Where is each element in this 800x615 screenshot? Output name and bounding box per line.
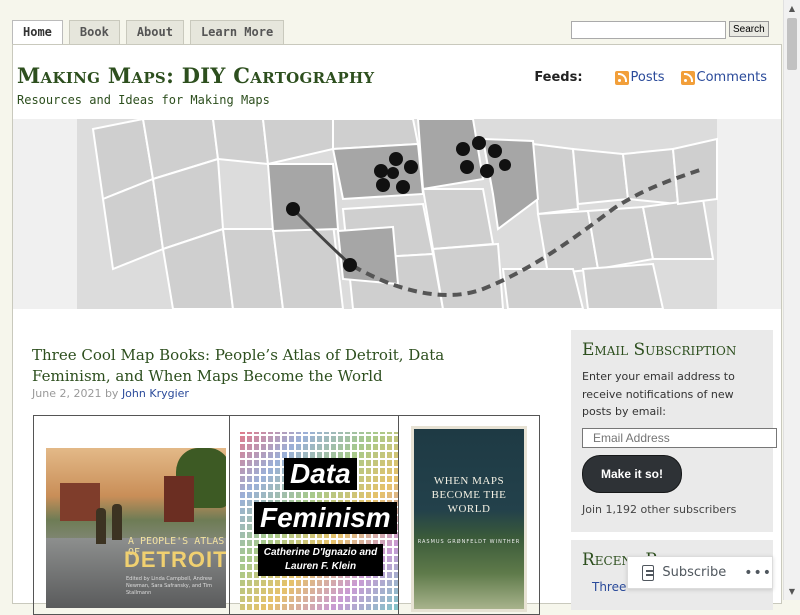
- email-subscription-widget: Email Subscription Enter your email addr…: [571, 330, 777, 532]
- header-banner-map: [13, 119, 781, 309]
- post-date[interactable]: June 2, 2021: [32, 387, 101, 400]
- floating-subscribe-bar: Subscribe •••: [627, 556, 773, 589]
- book-cell-detroit: A PEOPLE'S ATLAS OF DETROIT Edited by Li…: [34, 416, 230, 614]
- book-cell-maps-world: WHEN MAPS BECOME THE WORLD RASMUS GRØNFE…: [399, 416, 539, 614]
- post-title[interactable]: Three Cool Map Books: People’s Atlas of …: [32, 345, 512, 387]
- rss-icon: [614, 70, 629, 85]
- email-widget-title: Email Subscription: [582, 340, 737, 360]
- email-widget-text: Enter your email address to receive noti…: [582, 370, 735, 418]
- search-form: Search: [571, 21, 769, 39]
- cover-house: [60, 483, 100, 521]
- scroll-down-arrow-icon[interactable]: ▼: [784, 583, 800, 600]
- site-tagline: Resources and Ideas for Making Maps: [17, 93, 270, 107]
- feed-posts-link[interactable]: Posts: [614, 70, 665, 85]
- scroll-up-arrow-icon[interactable]: ▲: [784, 0, 800, 17]
- book-cover-data-feminism[interactable]: Data Feminism Catherine D'Ignazio and La…: [240, 432, 398, 610]
- book-cell-data-feminism: Data Feminism Catherine D'Ignazio and La…: [230, 416, 399, 614]
- search-input[interactable]: [571, 21, 726, 39]
- tab-learn-more[interactable]: Learn More: [189, 20, 285, 45]
- post-by: by: [104, 387, 119, 400]
- site-title[interactable]: Making Maps: DIY Cartography: [17, 63, 374, 88]
- search-button[interactable]: Search: [729, 21, 769, 37]
- post-author-link[interactable]: John Krygier: [122, 387, 189, 400]
- book-cover-detroit[interactable]: A PEOPLE'S ATLAS OF DETROIT Edited by Li…: [46, 448, 226, 608]
- cover-feminism-line2: Feminism: [254, 502, 397, 534]
- cover-house: [164, 476, 194, 522]
- feed-comments-link[interactable]: Comments: [680, 70, 767, 85]
- rss-icon: [680, 70, 695, 85]
- cover-detroit-line2: DETROIT: [124, 547, 226, 572]
- cover-feminism-authors: Catherine D'Ignazio and Lauren F. Klein: [258, 544, 383, 576]
- book-covers-table: A PEOPLE'S ATLAS OF DETROIT Edited by Li…: [33, 415, 540, 615]
- cover-figure: [112, 504, 122, 540]
- us-map-illustration: [13, 119, 781, 309]
- tab-book[interactable]: Book: [68, 20, 120, 45]
- cover-maps-title: WHEN MAPS BECOME THE WORLD: [431, 475, 507, 515]
- cover-feminism-line1: Data: [284, 458, 357, 490]
- reader-icon: [642, 564, 655, 581]
- cover-maps-author: RASMUS GRØNFELDT WINTHER: [417, 539, 521, 545]
- recent-post-link[interactable]: Three: [592, 580, 626, 594]
- tab-about[interactable]: About: [125, 20, 184, 45]
- feed-comments-label: Comments: [696, 70, 767, 85]
- page-scrollbar[interactable]: ▲ ▼: [783, 0, 800, 600]
- email-field[interactable]: [582, 428, 777, 448]
- tab-home[interactable]: Home: [12, 20, 63, 46]
- top-nav: Home Book About Learn More: [12, 20, 285, 46]
- make-it-so-button[interactable]: Make it so!: [582, 455, 682, 493]
- feeds: Feeds: Posts Comments: [534, 70, 767, 85]
- more-options-button[interactable]: •••: [744, 565, 772, 581]
- book-cover-maps-world[interactable]: WHEN MAPS BECOME THE WORLD RASMUS GRØNFE…: [411, 426, 527, 612]
- post-meta: June 2, 2021 by John Krygier: [32, 387, 189, 400]
- scrollbar-thumb[interactable]: [787, 18, 797, 70]
- feeds-label: Feeds:: [534, 70, 583, 85]
- floating-subscribe-button[interactable]: Subscribe: [662, 565, 726, 580]
- feed-posts-label: Posts: [630, 70, 665, 85]
- cover-detroit-editors: Edited by Linda Campbell, Andrew Newman,…: [126, 576, 213, 596]
- subscriber-count: Join 1,192 other subscribers: [582, 503, 737, 516]
- page-frame: Making Maps: DIY Cartography Resources a…: [12, 44, 782, 615]
- cover-figure: [96, 508, 106, 544]
